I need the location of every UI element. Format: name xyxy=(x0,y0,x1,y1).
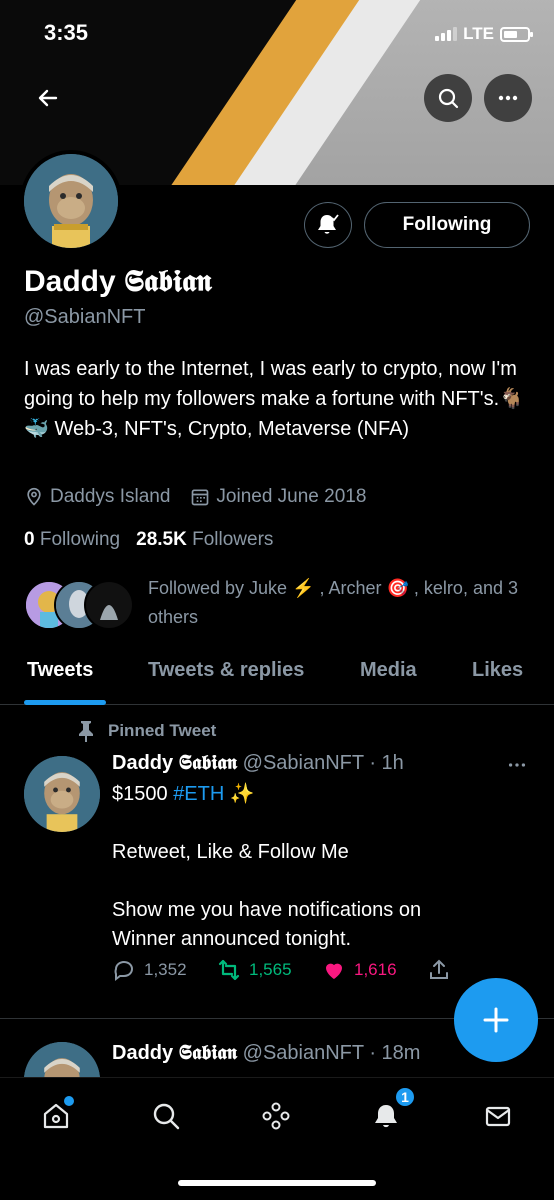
profile-joined: Joined June 2018 xyxy=(190,486,366,508)
notifications-toggle-button[interactable] xyxy=(304,202,352,248)
tab-tweets[interactable]: Tweets xyxy=(27,659,93,682)
active-tab-indicator xyxy=(24,700,106,705)
prize-text: $1500 xyxy=(112,783,168,805)
notifications-badge: 1 xyxy=(394,1086,416,1108)
tweet-header: Daddy 𝕾𝖆𝖇𝖎𝖆𝖓 @SabianNFT · 1h xyxy=(112,752,404,775)
search-button[interactable] xyxy=(424,74,472,122)
more-dots-icon xyxy=(498,95,518,101)
sparkles-emoji: ✨ xyxy=(229,783,255,805)
profile-meta: Daddys Island Joined June 2018 xyxy=(24,486,366,508)
home-indicator-bar[interactable] xyxy=(178,1180,376,1186)
status-indicators: LTE xyxy=(435,24,533,44)
bell-icon xyxy=(375,1105,397,1128)
compose-tweet-button[interactable] xyxy=(454,978,538,1062)
tweet-avatar[interactable] xyxy=(24,756,100,832)
status-time: 3:35 xyxy=(44,20,89,45)
pin-icon xyxy=(79,721,93,742)
location-text: Daddys Island xyxy=(50,486,171,507)
follow-counts: 0 Following 28.5K Followers xyxy=(24,529,273,551)
calendar-icon xyxy=(192,489,209,506)
retweet-count: 1,565 xyxy=(249,960,292,979)
tweet-line-4: Winner announced tonight. xyxy=(112,928,352,950)
network-label: LTE xyxy=(463,24,494,43)
share-button[interactable] xyxy=(427,958,457,982)
nav-messages[interactable] xyxy=(478,1096,518,1136)
tab-likes[interactable]: Likes xyxy=(472,659,523,682)
follower-avatar-3 xyxy=(84,580,134,630)
profile-handle: @SabianNFT xyxy=(24,306,146,328)
tweet-line-2: Retweet, Like & Follow Me xyxy=(112,841,349,863)
ape-avatar-image xyxy=(24,756,100,832)
profile-name: Daddy 𝕾𝖆𝖇𝖎𝖆𝖓 xyxy=(24,265,212,298)
nav-spaces[interactable] xyxy=(256,1096,296,1136)
signal-icon xyxy=(435,27,458,41)
tweet-line-3: Show me you have notifications on xyxy=(112,899,422,921)
profile-location: Daddys Island xyxy=(24,486,170,508)
reply-icon xyxy=(114,961,133,981)
following-button[interactable]: Following xyxy=(364,202,530,248)
retweet-icon xyxy=(218,959,240,981)
arrow-left-icon xyxy=(38,89,58,107)
hashtag-link[interactable]: #ETH xyxy=(173,783,224,805)
nav-notifications[interactable]: 1 xyxy=(366,1086,416,1136)
tweet-time: · 1h xyxy=(369,752,404,774)
pinned-tweet-text: Pinned Tweet xyxy=(108,721,217,740)
like-button[interactable]: 1,616 xyxy=(322,958,427,982)
tweet-author[interactable]: Daddy 𝕾𝖆𝖇𝖎𝖆𝖓 xyxy=(112,752,237,774)
more-dots-icon xyxy=(508,763,526,767)
battery-icon xyxy=(500,26,533,42)
tab-tweets-replies[interactable]: Tweets & replies xyxy=(148,659,304,682)
tweet-line-1: $1500 #ETH ✨ xyxy=(112,780,532,809)
ape-avatar-image xyxy=(24,154,118,248)
tweet-header-2: Daddy 𝕾𝖆𝖇𝖎𝖆𝖓 @SabianNFT · 18m xyxy=(112,1042,420,1065)
followed-by-text: Followed by Juke ⚡️ , Archer 🎯 , kelro, … xyxy=(148,578,518,627)
retweet-button[interactable]: 1,565 xyxy=(217,958,322,982)
home-unread-dot xyxy=(64,1096,74,1106)
tweet-author-2[interactable]: Daddy 𝕾𝖆𝖇𝖎𝖆𝖓 xyxy=(112,1042,237,1064)
bell-check-icon xyxy=(318,214,339,234)
like-count: 1,616 xyxy=(354,960,397,979)
followed-by-row[interactable]: Followed by Juke ⚡️ , Archer 🎯 , kelro, … xyxy=(24,574,534,634)
reply-count: 1,352 xyxy=(144,960,187,979)
tweet-time-2: · 18m xyxy=(369,1042,421,1064)
joined-text: Joined June 2018 xyxy=(216,486,367,507)
search-icon xyxy=(438,88,459,109)
reply-button[interactable]: 1,352 xyxy=(112,958,217,982)
more-options-button[interactable] xyxy=(484,74,532,122)
tweet-more-button[interactable] xyxy=(506,754,528,781)
following-count-link[interactable]: 0 Following xyxy=(24,529,120,551)
back-button[interactable] xyxy=(30,80,66,116)
tweet-body: $1500 #ETH ✨ Retweet, Like & Follow Me S… xyxy=(112,780,532,954)
search-icon xyxy=(153,1103,180,1130)
status-bar: 3:35 LTE xyxy=(0,0,554,70)
pinned-label: Pinned Tweet xyxy=(76,720,216,742)
profile-tabs: Tweets Tweets & replies Media Likes xyxy=(0,645,554,705)
tweet-handle-2: @SabianNFT xyxy=(242,1042,364,1064)
nav-home[interactable] xyxy=(36,1096,76,1136)
nav-search[interactable] xyxy=(146,1096,186,1136)
share-icon xyxy=(430,959,448,979)
plus-icon xyxy=(483,1007,509,1033)
followers-count-link[interactable]: 28.5K Followers xyxy=(136,529,273,551)
spaces-icon xyxy=(262,1102,290,1130)
profile-avatar[interactable] xyxy=(20,150,122,252)
heart-icon xyxy=(326,963,342,979)
location-pin-icon xyxy=(27,487,41,506)
tweet-actions: 1,352 1,565 1,616 xyxy=(112,958,462,982)
tweet-handle: @SabianNFT xyxy=(242,752,364,774)
profile-bio: I was early to the Internet, I was early… xyxy=(24,358,525,440)
tab-media[interactable]: Media xyxy=(360,659,417,682)
mail-icon xyxy=(485,1106,511,1127)
